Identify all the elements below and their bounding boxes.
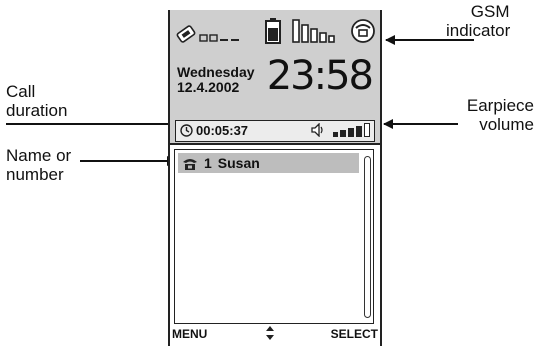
list-item-name: Susan (217, 155, 260, 171)
volume-bar-2 (340, 130, 346, 137)
call-indicator-icon (351, 19, 375, 43)
contact-list: 1 Susan (174, 149, 374, 324)
call-duration-value: 00:05:37 (196, 123, 249, 138)
up-down-arrows-icon[interactable] (265, 325, 275, 341)
select-softkey[interactable]: SELECT (331, 327, 378, 341)
battery-icon (265, 18, 281, 44)
volume-bar-3 (348, 128, 354, 137)
date-block: Wednesday 12.4.2002 (177, 65, 255, 95)
date: 12.4.2002 (177, 79, 240, 95)
call-duration: 00:05:37 (180, 123, 248, 138)
volume-bar-1 (333, 132, 338, 137)
phone-display: Wednesday 12.4.2002 23:58 00:05:37 1 Sus… (168, 10, 382, 346)
scrollbar[interactable] (364, 156, 371, 318)
phone-icon (183, 158, 197, 170)
display-edge-right (380, 10, 382, 346)
earpiece-volume (311, 123, 370, 137)
menu-softkey[interactable]: MENU (172, 327, 207, 341)
list-item-index: 1 (204, 155, 212, 171)
call-info-bar: 00:05:37 (175, 120, 375, 142)
list-item[interactable]: 1 Susan (178, 153, 359, 173)
gsm-signal-icon (176, 25, 239, 43)
clock-icon (180, 124, 193, 137)
status-panel: Wednesday 12.4.2002 23:58 00:05:37 (170, 10, 380, 145)
volume-bar-5 (364, 123, 370, 137)
softkey-bar: MENU SELECT (172, 325, 378, 343)
volume-bar-4 (356, 126, 362, 137)
clock-time: 23:58 (266, 53, 374, 99)
speaker-icon (311, 123, 323, 137)
weekday: Wednesday (177, 64, 255, 80)
signal-strength-icon (292, 19, 335, 43)
